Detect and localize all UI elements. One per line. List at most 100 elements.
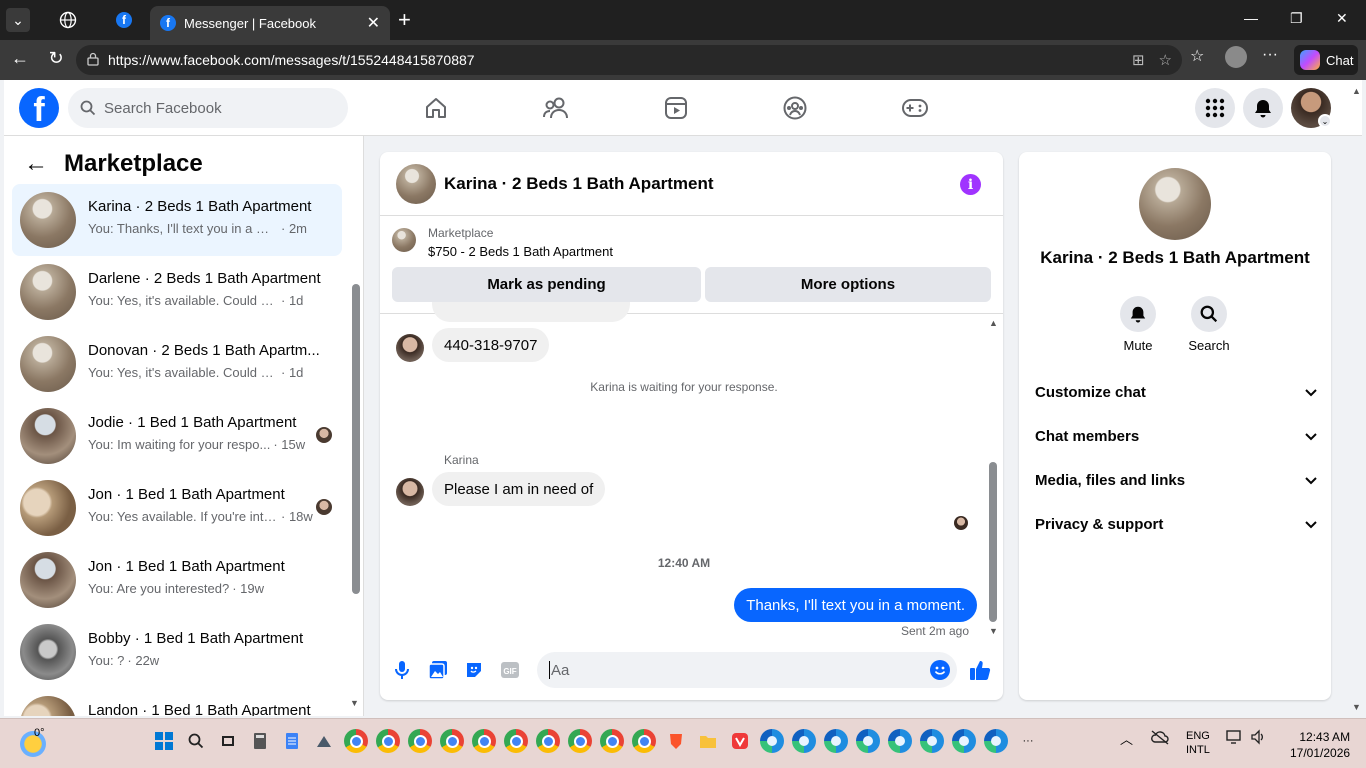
url-field[interactable]: https://www.facebook.com/messages/t/1552…: [76, 45, 1182, 75]
more-options-button[interactable]: More options: [705, 267, 991, 302]
sticker-icon[interactable]: [462, 658, 486, 682]
media-files-links-section[interactable]: Media, files and links: [1035, 460, 1317, 500]
conversation-item[interactable]: Donovan · 2 Beds 1 Bath Apartm... You: Y…: [12, 328, 342, 400]
conversation-item[interactable]: Bobby · 1 Bed 1 Bath Apartment You: ? · 2…: [12, 616, 342, 688]
onedrive-offline-icon[interactable]: [1150, 729, 1170, 748]
minimize-icon[interactable]: —: [1244, 10, 1258, 26]
chrome-icon[interactable]: [568, 729, 592, 753]
new-tab-button[interactable]: +: [398, 8, 411, 32]
more-menu-icon[interactable]: ···: [1262, 46, 1278, 64]
pinned-tab-facebook[interactable]: f: [112, 6, 136, 34]
conversation-item[interactable]: Darlene · 2 Beds 1 Bath Apartment You: Y…: [12, 256, 342, 328]
file-explorer-icon[interactable]: [696, 729, 720, 753]
page-scroll-up-arrow-icon[interactable]: ▲: [1352, 86, 1361, 96]
home-icon[interactable]: [422, 94, 450, 122]
gaming-icon[interactable]: [901, 94, 929, 122]
brave-icon[interactable]: [664, 729, 688, 753]
search-facebook-input[interactable]: Search Facebook: [68, 88, 348, 128]
watch-video-icon[interactable]: [662, 94, 690, 122]
volume-icon[interactable]: [1250, 729, 1268, 748]
edge-icon[interactable]: [824, 729, 848, 753]
chrome-icon[interactable]: [632, 729, 656, 753]
tab-close-icon[interactable]: ✕: [367, 13, 380, 33]
chrome-icon[interactable]: [408, 729, 432, 753]
details-avatar[interactable]: [1139, 168, 1211, 240]
edge-icon[interactable]: [792, 729, 816, 753]
mute-button[interactable]: Mute: [1108, 296, 1168, 353]
account-chevron-icon[interactable]: ⌄: [1318, 114, 1332, 128]
tab-list-button[interactable]: ⌄: [6, 8, 30, 32]
notifications-button[interactable]: [1243, 88, 1283, 128]
back-arrow-icon[interactable]: ←: [8, 48, 32, 69]
groups-icon[interactable]: [781, 94, 809, 122]
chat-avatar[interactable]: [396, 164, 436, 204]
emoji-icon[interactable]: [930, 660, 950, 680]
contact-avatar[interactable]: [396, 478, 424, 506]
scroll-down-arrow-icon[interactable]: ▼: [350, 698, 359, 708]
gif-icon[interactable]: GIF: [498, 658, 522, 682]
task-view-icon[interactable]: [216, 729, 240, 753]
conversation-item[interactable]: Karina · 2 Beds 1 Bath Apartment You: Th…: [12, 184, 342, 256]
chrome-icon[interactable]: [504, 729, 528, 753]
page-scroll-down-arrow-icon[interactable]: ▼: [1352, 702, 1361, 712]
edge-icon[interactable]: [952, 729, 976, 753]
scroll-up-arrow-icon[interactable]: ▲: [989, 318, 998, 328]
site-info-icon[interactable]: [86, 52, 100, 66]
chat-members-section[interactable]: Chat members: [1035, 416, 1317, 456]
listing-price-title[interactable]: $750 - 2 Beds 1 Bath Apartment: [428, 244, 613, 259]
chat-scrollbar[interactable]: [989, 462, 997, 622]
thumbs-up-icon[interactable]: [968, 658, 992, 682]
search-in-chat-button[interactable]: Search: [1179, 296, 1239, 353]
scroll-down-arrow-icon[interactable]: ▼: [989, 626, 998, 636]
vivaldi-icon[interactable]: [728, 729, 752, 753]
edge-icon[interactable]: [888, 729, 912, 753]
window-close-icon[interactable]: ✕: [1336, 10, 1348, 27]
info-icon[interactable]: i: [960, 174, 981, 195]
active-tab[interactable]: f Messenger | Facebook ✕: [150, 6, 390, 40]
weather-widget[interactable]: 0°: [20, 727, 46, 757]
conversation-item[interactable]: Landon · 1 Bed 1 Bath Apartment: [12, 688, 342, 716]
start-windows-icon[interactable]: [152, 729, 176, 753]
chrome-icon[interactable]: [344, 729, 368, 753]
favorite-star-icon[interactable]: ☆: [1159, 51, 1172, 69]
restore-icon[interactable]: ❐: [1290, 10, 1303, 27]
chrome-icon[interactable]: [440, 729, 464, 753]
refresh-icon[interactable]: ↻: [44, 48, 68, 69]
microphone-icon[interactable]: [390, 658, 414, 682]
privacy-support-section[interactable]: Privacy & support: [1035, 504, 1317, 544]
conversation-item[interactable]: Jodie · 1 Bed 1 Bath Apartment You: Im w…: [12, 400, 342, 472]
chrome-icon[interactable]: [536, 729, 560, 753]
chat-title[interactable]: Karina · 2 Beds 1 Bath Apartment: [444, 174, 714, 194]
input-language[interactable]: ENG INTL: [1186, 729, 1210, 757]
conversation-item[interactable]: Jon · 1 Bed 1 Bath Apartment You: Are yo…: [12, 544, 342, 616]
message-input[interactable]: Aa: [537, 652, 957, 688]
calculator-icon[interactable]: [248, 729, 272, 753]
copilot-chat-button[interactable]: Chat: [1294, 45, 1358, 75]
edge-icon[interactable]: [856, 729, 880, 753]
pinned-tab-globe[interactable]: [56, 6, 80, 34]
mark-as-pending-button[interactable]: Mark as pending: [392, 267, 701, 302]
edge-active-icon[interactable]: [984, 729, 1008, 753]
edge-icon[interactable]: [920, 729, 944, 753]
app-available-icon[interactable]: ⊞: [1132, 51, 1145, 69]
menu-grid-button[interactable]: [1195, 88, 1235, 128]
profile-button[interactable]: [1225, 46, 1247, 68]
chrome-icon[interactable]: [600, 729, 624, 753]
chrome-icon[interactable]: [472, 729, 496, 753]
notepad-icon[interactable]: [280, 729, 304, 753]
more-apps-icon[interactable]: ···: [1016, 729, 1040, 753]
network-app-icon[interactable]: [312, 729, 336, 753]
friends-icon[interactable]: [542, 94, 570, 122]
facebook-logo-icon[interactable]: f: [19, 88, 59, 128]
show-hidden-icons-chevron-icon[interactable]: ︿: [1120, 729, 1133, 748]
edge-icon[interactable]: [760, 729, 784, 753]
photo-icon[interactable]: [426, 658, 450, 682]
chrome-icon[interactable]: [376, 729, 400, 753]
conversation-item[interactable]: Jon · 1 Bed 1 Bath Apartment You: Yes av…: [12, 472, 342, 544]
contact-avatar[interactable]: [396, 334, 424, 362]
search-icon[interactable]: [184, 729, 208, 753]
system-clock[interactable]: 12:43 AM 17/01/2026: [1290, 729, 1350, 761]
network-icon[interactable]: [1226, 729, 1244, 748]
favorites-icon[interactable]: ☆: [1190, 46, 1204, 66]
customize-chat-section[interactable]: Customize chat: [1035, 372, 1317, 412]
